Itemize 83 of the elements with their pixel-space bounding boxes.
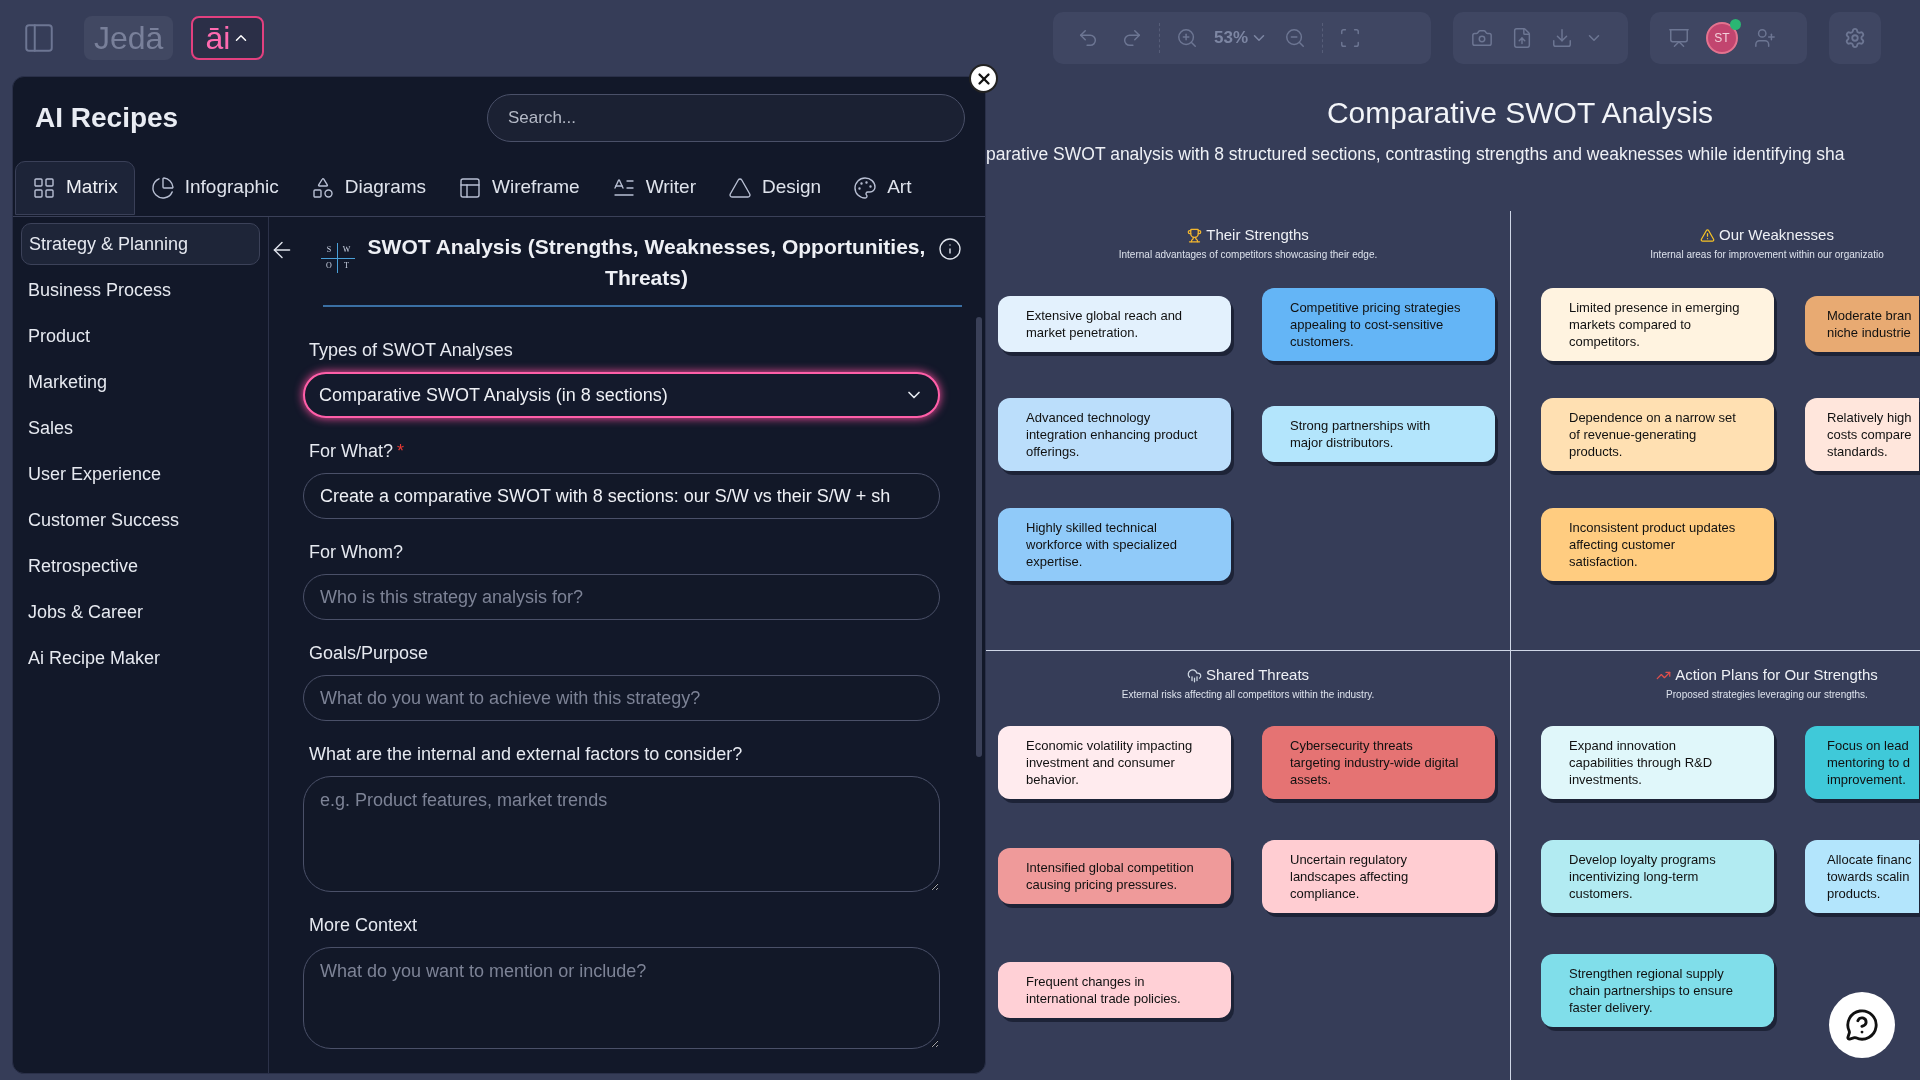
section-title: Action Plans for Our Strengths: [1675, 665, 1878, 685]
sticky-note: Dependence on a narrow set of revenue-generating products.: [1541, 397, 1774, 471]
search-field[interactable]: Search...: [487, 94, 965, 142]
sticky-note: Uncertain regulatory landscapes affecting compliance.: [1262, 839, 1495, 913]
category-tab[interactable]: Design: [712, 160, 838, 215]
sticky-note: Limited presence in emerging markets compared to competitors.: [1541, 287, 1774, 361]
swot-letter: S: [321, 243, 338, 259]
type-select[interactable]: Comparative SWOT Analysis (in 8 sections): [303, 372, 940, 418]
category-item[interactable]: Customer Success: [21, 499, 260, 541]
sticky-note: Competitive pricing strategies appealing to cost-sensitive customers.: [1262, 287, 1495, 361]
category-item[interactable]: Strategy & Planning: [21, 223, 260, 265]
sticky-note: Focus on lead mentoring to d improvement.: [1805, 725, 1919, 799]
sticky-note: Cybersecurity threats targeting industry-wide digital assets.: [1262, 725, 1495, 799]
sticky-note: Frequent changes in international trade policies.: [998, 962, 1231, 1019]
category-tab[interactable]: Matrix: [15, 160, 135, 215]
sticky-note: Inconsistent product updates affecting customer satisfaction.: [1541, 507, 1774, 581]
sticky-note: Intensified global competition causing pricing pressures.: [998, 848, 1231, 905]
ai-menu-button[interactable]: āi: [191, 16, 265, 60]
swot-letter: T: [343, 259, 350, 272]
sticky-note: Economic volatility impacting investment and consumer behavior.: [998, 725, 1231, 799]
text-input[interactable]: Create a comparative SWOT with 8 sections: our S/W vs their S/W + sh: [303, 473, 940, 519]
info-icon[interactable]: [938, 237, 962, 261]
diagram-title: Comparative SWOT Analysis: [1326, 95, 1714, 131]
rain-cloud-icon: [1186, 667, 1202, 683]
category-item[interactable]: User Experience: [21, 453, 260, 495]
sticky-note: Develop loyalty programs incentivizing long-term customers.: [1541, 839, 1774, 913]
diagram-subtitle: parative SWOT analysis with 8 structured sections, contrasting strengths and weaknesses while identifying sha: [986, 143, 1846, 166]
sticky-note: Moderate bran niche industrie: [1805, 296, 1919, 353]
field-label: For What?: [309, 439, 394, 463]
gear-icon: [1844, 27, 1866, 49]
category-tab[interactable]: Diagrams: [294, 160, 443, 215]
section-subtitle: Internal advantages of competitors showcasing their edge.: [1118, 248, 1378, 263]
field-label: More Context: [309, 913, 418, 937]
category-item[interactable]: Marketing: [21, 361, 260, 403]
triangle-icon: [728, 175, 752, 200]
shapes-icon: [310, 175, 335, 200]
close-button[interactable]: [969, 64, 998, 93]
section-title: Our Weaknesses: [1719, 225, 1834, 245]
category-item[interactable]: Sales: [21, 407, 260, 449]
recipe-title: SWOT Analysis (Strengths, Weaknesses, Opportunities, Threats): [366, 234, 927, 291]
sticky-note: Extensive global reach and market penetration.: [998, 296, 1231, 353]
category-item[interactable]: Business Process: [21, 269, 260, 311]
sticky-note: Strong partnerships with major distributors.: [1262, 406, 1495, 463]
category-item[interactable]: Ai Recipe Maker: [21, 637, 260, 679]
sticky-note: Allocate financ towards scalin products.: [1805, 839, 1919, 913]
sticky-note: Expand innovation capabilities through R&D investments.: [1541, 725, 1774, 799]
field-label: What are the internal and external factors to consider?: [309, 742, 743, 766]
text-area[interactable]: e.g. Product features, market trends: [303, 776, 940, 892]
scrollbar-thumb[interactable]: [976, 317, 982, 757]
category-item[interactable]: Product: [21, 315, 260, 357]
grid-icon: [32, 175, 56, 200]
sticky-note: Strengthen regional supply chain partnerships to ensure faster delivery.: [1541, 953, 1774, 1027]
text-input[interactable]: Who is this strategy analysis for?: [303, 574, 940, 620]
palette-icon: [853, 175, 878, 200]
category-tab[interactable]: Infographic: [134, 160, 295, 215]
sticky-note: Relatively high costs compare standards.: [1805, 397, 1919, 471]
settings-button[interactable]: [1829, 12, 1881, 64]
category-tab[interactable]: Art: [837, 160, 928, 215]
section-subtitle: Internal areas for improvement within our organizatio: [1650, 248, 1884, 263]
category-item[interactable]: Jobs & Career: [21, 591, 260, 633]
category-tab[interactable]: Wireframe: [442, 160, 596, 215]
section-title: Their Strengths: [1206, 225, 1309, 245]
swot-letter: W: [338, 243, 355, 259]
field-label: Types of SWOT Analyses: [309, 338, 513, 362]
section-subtitle: Proposed strategies leveraging our strengths.: [1666, 688, 1868, 703]
field-label: For Whom?: [309, 540, 404, 564]
panel-title: AI Recipes: [35, 101, 179, 135]
field-label: Goals/Purpose: [309, 641, 429, 665]
sticky-note: Advanced technology integration enhancing product offerings.: [998, 397, 1231, 471]
text-area[interactable]: What do you want to mention or include?: [303, 947, 940, 1049]
pie-chart-icon: [150, 175, 175, 200]
trophy-icon: [1187, 227, 1203, 243]
text-input[interactable]: What do you want to achieve with this strategy?: [303, 675, 940, 721]
layout-icon: [458, 175, 483, 200]
swot-letter: O: [321, 258, 338, 273]
warning-icon: [1700, 227, 1716, 243]
sticky-note: Highly skilled technical workforce with specialized expertise.: [998, 507, 1231, 581]
help-icon: [1845, 1008, 1879, 1042]
section-title: Shared Threats: [1205, 665, 1310, 685]
category-tab[interactable]: Writer: [595, 160, 712, 215]
category-item[interactable]: Retrospective: [21, 545, 260, 587]
section-subtitle: External risks affecting all competitors within the industry.: [1121, 688, 1375, 703]
required-mark: *: [397, 439, 405, 463]
